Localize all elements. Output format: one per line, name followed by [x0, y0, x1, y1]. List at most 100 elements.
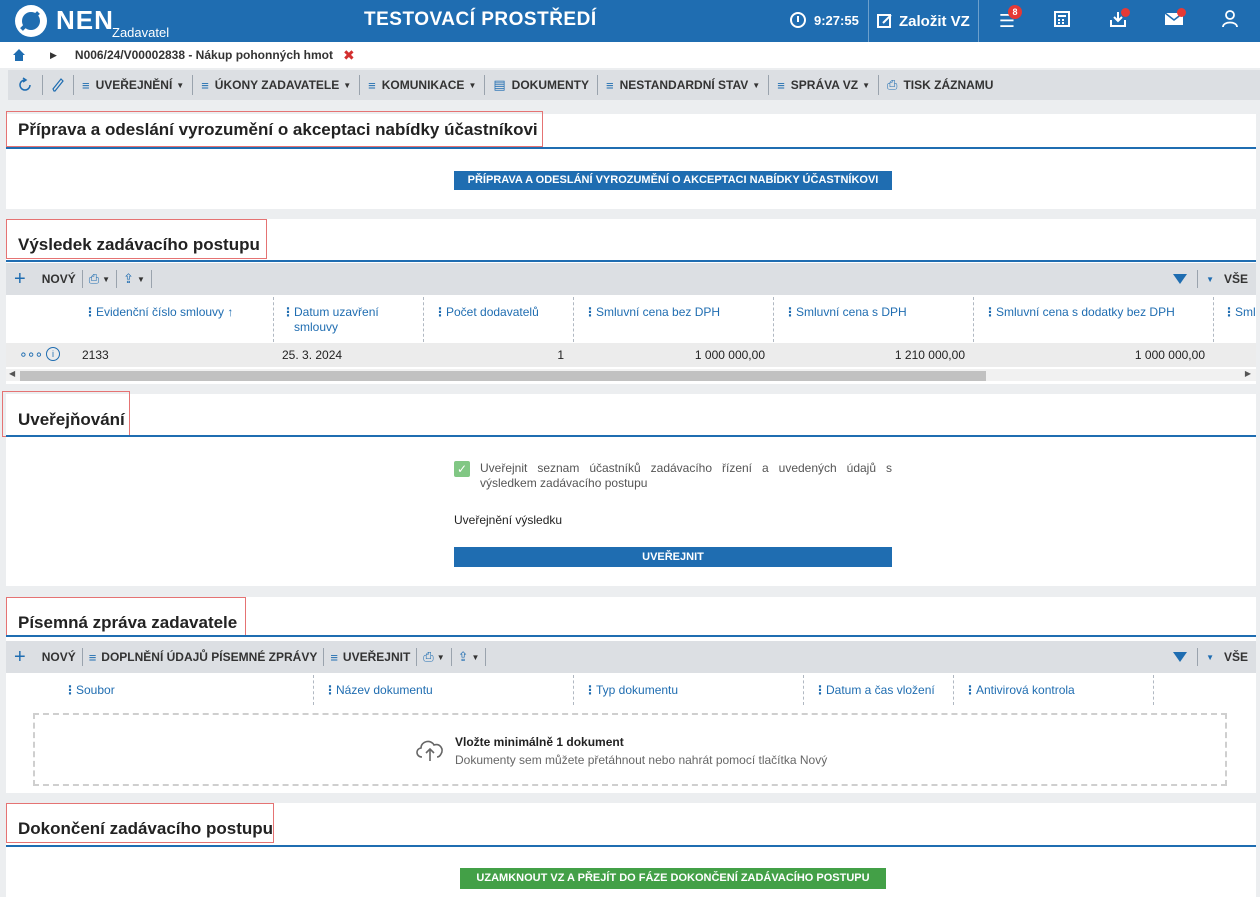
col-divider: [573, 297, 574, 342]
section-vysledek: Výsledek zadávacího postupu + NOVÝ ⎙ ▼ ⇪ ▼…: [6, 219, 1256, 384]
row-actions-icon[interactable]: ∘∘∘: [19, 346, 43, 363]
uverejneni-menu[interactable]: ≡ UVEŘEJNĚNÍ ▼: [74, 75, 194, 95]
uverejneni-label: UVEŘEJNĚNÍ: [95, 78, 173, 92]
section-divider: [6, 147, 1256, 149]
user-icon[interactable]: [1219, 10, 1241, 32]
view-all-label[interactable]: VŠE: [1224, 650, 1248, 664]
mail-icon[interactable]: [1163, 8, 1186, 32]
edit-icon: [877, 14, 892, 28]
caret-down-icon: ▼: [436, 652, 445, 662]
horizontal-scrollbar[interactable]: ◀ ▶: [6, 369, 1256, 381]
caret-down-icon[interactable]: ▼: [1206, 653, 1214, 662]
col-divider: [953, 675, 954, 705]
col-datum-vlozeni[interactable]: ⋮ Datum a čas vložení: [814, 683, 935, 698]
col-label: Datum a čas vložení: [826, 683, 935, 697]
sprava-menu[interactable]: ≡ SPRÁVA VZ ▼: [769, 75, 880, 95]
scroll-thumb[interactable]: [20, 371, 986, 381]
komunikace-menu[interactable]: ≡ KOMUNIKACE ▼: [360, 75, 486, 95]
print-menu[interactable]: ⎙ ▼: [83, 270, 118, 288]
ukony-menu[interactable]: ≡ ÚKONY ZADAVATELE ▼: [193, 75, 361, 95]
breadcrumb-arrow-icon: ▶: [50, 49, 57, 60]
col-typ[interactable]: ⋮ Typ dokumentu: [584, 683, 678, 698]
nestandardni-menu[interactable]: ≡ NESTANDARDNÍ STAV ▼: [598, 75, 770, 95]
list-icon: ≡: [82, 77, 90, 93]
calculator-icon[interactable]: [1051, 10, 1073, 32]
col-label: Smluvní cena bez DPH: [596, 305, 721, 319]
section-pisemna-zprava: Písemná zpráva zadavatele + NOVÝ ≡ DOPLNĚ…: [6, 597, 1256, 793]
col-nazev[interactable]: ⋮ Název dokumentu: [324, 683, 433, 698]
caret-down-icon: ▼: [176, 80, 185, 90]
doplneni-button[interactable]: ≡ DOPLNĚNÍ ÚDAJŮ PÍSEMNÉ ZPRÁVY: [83, 648, 325, 666]
filter-icon[interactable]: [1173, 652, 1188, 662]
col-antivir[interactable]: ⋮ Antivirová kontrola: [964, 683, 1075, 698]
checkbox-label: Uveřejnit seznam účastníků zadávacího ří…: [480, 461, 892, 490]
col-cena-dodatky[interactable]: ⋮ Smluvní cena s dodatky bez DPH: [984, 305, 1175, 320]
section-title: Dokončení zadávacího postupu: [18, 819, 274, 838]
print-icon: ⎙: [887, 77, 898, 92]
sprava-label: SPRÁVA VZ: [790, 78, 859, 92]
create-vz-button[interactable]: Založit VZ: [868, 0, 979, 42]
new-document-button[interactable]: NOVÝ: [36, 648, 83, 666]
col-sml[interactable]: ⋮ Sml: [1223, 305, 1256, 320]
dokumenty-button[interactable]: ▤ DOKUMENTY: [485, 75, 598, 95]
info-icon[interactable]: i: [46, 347, 60, 361]
breadcrumb-item[interactable]: N006/24/V00002838 - Nákup pohonných hmot: [75, 48, 333, 62]
menu-icon[interactable]: ☰ 8: [996, 5, 1022, 32]
col-cena-bez[interactable]: ⋮ Smluvní cena bez DPH: [584, 305, 721, 320]
session-clock: 9:27:55: [790, 12, 859, 28]
ukony-label: ÚKONY ZADAVATELE: [214, 78, 340, 92]
uverejnit-label: UVEŘEJNIT: [342, 650, 411, 664]
add-icon[interactable]: +: [14, 268, 26, 291]
scroll-left-icon[interactable]: ◀: [9, 369, 15, 378]
inbox-icon[interactable]: [1107, 8, 1130, 32]
section-title: Uveřejňování: [18, 410, 125, 429]
col-cena-s[interactable]: ⋮ Smluvní cena s DPH: [784, 305, 907, 320]
list-icon: ≡: [330, 649, 338, 665]
list-icon: ≡: [88, 649, 97, 665]
uverejnit-checkbox[interactable]: ✓: [454, 461, 470, 477]
section-divider: [6, 635, 1256, 637]
tisk-label: TISK ZÁZNAMU: [903, 78, 994, 92]
export-menu[interactable]: ⇪ ▼: [452, 648, 487, 666]
uverejnit-button[interactable]: UVEŘEJNIT: [454, 547, 892, 567]
table-row[interactable]: ∘∘∘ i 2133 25. 3. 2024 1 1 000 000,00 1 …: [6, 343, 1256, 367]
col-pocet[interactable]: ⋮ Počet dodavatelů: [434, 305, 539, 320]
col-soubor[interactable]: ⋮ Soubor: [64, 683, 115, 698]
close-tab-icon[interactable]: ✖: [343, 47, 355, 64]
print-icon: ⎙: [88, 271, 100, 286]
col-label: Název dokumentu: [336, 683, 433, 697]
cell-ev-cislo: 2133: [82, 348, 109, 362]
app-logo[interactable]: NEN: [56, 5, 114, 36]
view-all-label[interactable]: VŠE: [1224, 272, 1248, 286]
refresh-button[interactable]: [8, 75, 43, 95]
scroll-right-icon[interactable]: ▶: [1245, 369, 1251, 378]
section-divider: [6, 260, 1256, 262]
grid-toolbar: + NOVÝ ≡ DOPLNĚNÍ ÚDAJŮ PÍSEMNÉ ZPRÁVY ≡ U…: [6, 641, 1256, 673]
print-menu[interactable]: ⎙ ▼: [417, 648, 452, 666]
priprava-vyrozumeni-button[interactable]: PŘÍPRAVA A ODESLÁNÍ VYROZUMĚNÍ O AKCEPTA…: [454, 171, 892, 190]
col-divider: [573, 675, 574, 705]
col-datum[interactable]: ⋮ Datum uzavření smlouvy: [282, 305, 424, 335]
caret-down-icon[interactable]: ▼: [1206, 275, 1214, 284]
filter-icon[interactable]: [1173, 274, 1188, 284]
clock-time: 9:27:55: [814, 12, 859, 28]
add-icon[interactable]: +: [14, 646, 26, 669]
environment-title: TESTOVACÍ PROSTŘEDÍ: [364, 9, 597, 30]
edit-button[interactable]: [43, 75, 74, 95]
col-divider: [973, 297, 974, 342]
upload-dropzone[interactable]: Vložte minimálně 1 dokument Dokumenty se…: [33, 713, 1227, 786]
tisk-button[interactable]: ⎙ TISK ZÁZNAMU: [879, 75, 1001, 95]
cell-cena-s: 1 210 000,00: [894, 348, 965, 362]
cell-cena-dodatky: 1 000 000,00: [1134, 348, 1205, 362]
doplneni-label: DOPLNĚNÍ ÚDAJŮ PÍSEMNÉ ZPRÁVY: [101, 650, 318, 664]
document-icon: ▤: [493, 77, 506, 92]
export-menu[interactable]: ⇪ ▼: [117, 270, 152, 288]
col-ev-cislo[interactable]: ⋮ Evidenční číslo smlouvy ↑: [84, 305, 233, 320]
new-record-button[interactable]: NOVÝ: [36, 270, 83, 288]
uverejnit-doc-button[interactable]: ≡ UVEŘEJNIT: [324, 648, 418, 666]
uzamknout-vz-button[interactable]: UZAMKNOUT VZ A PŘEJÍT DO FÁZE DOKONČENÍ …: [460, 868, 886, 889]
breadcrumb: ▶ N006/24/V00002838 - Nákup pohonných hm…: [0, 42, 1260, 68]
print-icon: ⎙: [423, 649, 434, 664]
home-icon[interactable]: [12, 48, 26, 62]
cell-pocet: 1: [557, 348, 564, 362]
